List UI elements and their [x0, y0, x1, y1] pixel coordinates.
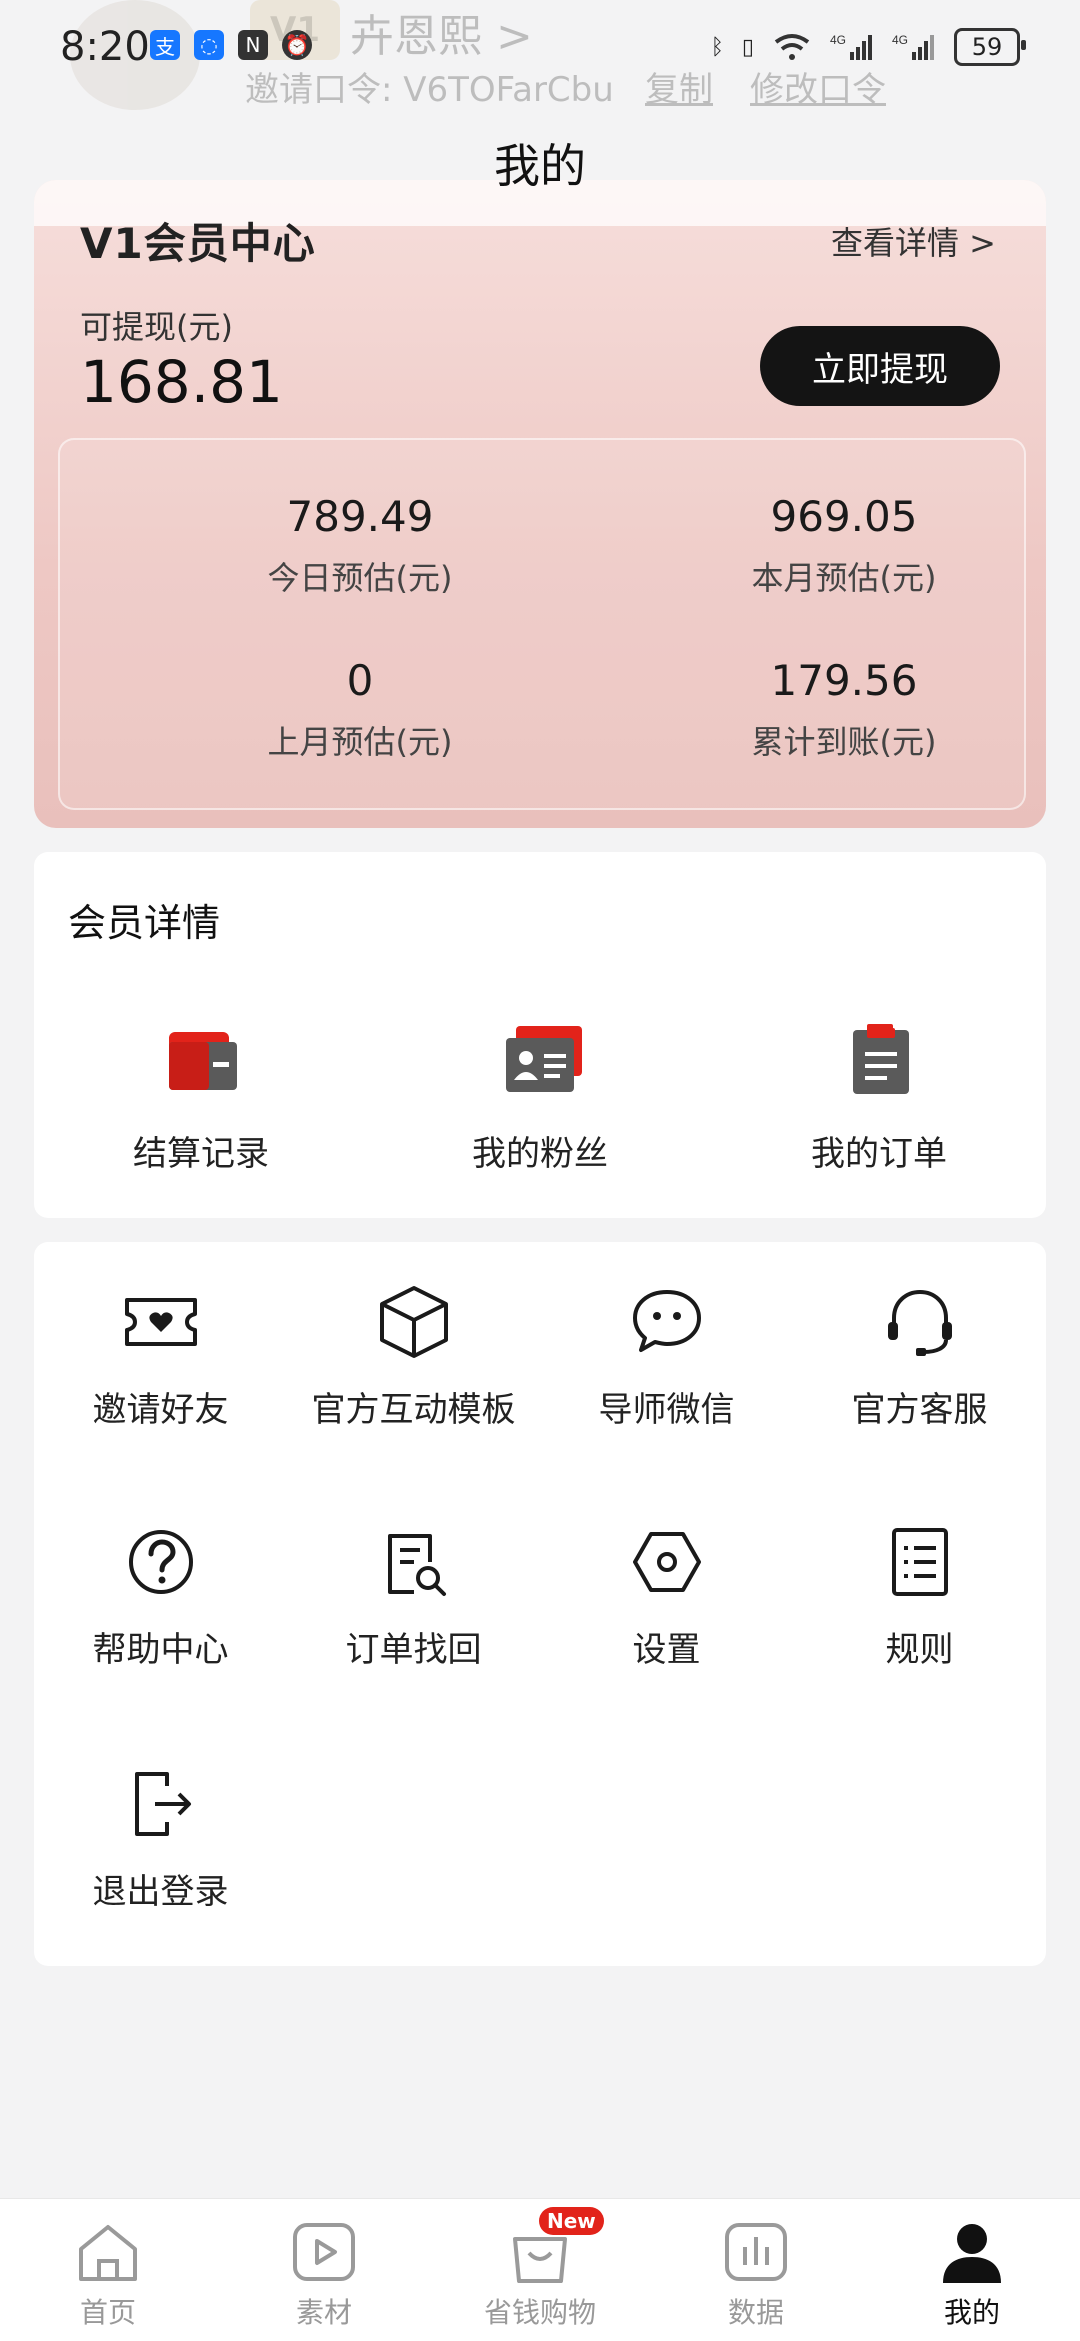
order-retrieval-item[interactable]: 订单找回: [287, 1522, 540, 1671]
rules-label: 规则: [885, 1630, 954, 1670]
stat-last-month: 0 上月预估(元): [180, 656, 540, 763]
customer-service-label: 官方客服: [851, 1390, 988, 1430]
alarm-icon: ⏰: [282, 30, 312, 60]
clipboard-icon: [843, 1024, 915, 1096]
status-bar: 8:20 支 ◌ N ⏰ ᛒ ▯ 4G 4G 59: [0, 0, 1080, 100]
4g-signal-icon: 4G: [830, 33, 872, 60]
stat-label: 今日预估(元): [267, 559, 453, 597]
earnings-stats-panel: 789.49 今日预估(元) 969.05 本月预估(元) 0 上月预估(元) …: [58, 438, 1026, 810]
nav-data-label: 数据: [727, 2296, 784, 2329]
nav-home-label: 首页: [79, 2296, 136, 2329]
withdrawable-label: 可提现(元): [80, 308, 233, 346]
invite-friends-label: 邀请好友: [92, 1390, 229, 1430]
hexagon-settings-icon: [632, 1532, 701, 1592]
order-retrieval-label: 订单找回: [345, 1630, 482, 1670]
rules-item[interactable]: 规则: [793, 1522, 1046, 1671]
nav-shopping-label: 省钱购物: [483, 2296, 596, 2329]
nav-mine[interactable]: 我的: [864, 2217, 1080, 2331]
status-notification-icons: 支 ◌ N ⏰: [150, 30, 312, 60]
help-center-label: 帮助中心: [92, 1630, 229, 1670]
4g-signal-icon: 4G: [892, 33, 934, 60]
nav-home[interactable]: 首页: [0, 2217, 216, 2331]
settlement-records-label: 结算记录: [133, 1134, 269, 1174]
cube-icon: [379, 1286, 448, 1358]
stat-label: 本月预估(元): [751, 559, 937, 597]
settlement-records-item[interactable]: 结算记录: [36, 1024, 366, 1175]
bluetooth-icon: ᛒ: [710, 34, 724, 60]
logout-icon: [134, 1772, 191, 1836]
battery-indicator: 59: [954, 28, 1026, 66]
settings-item[interactable]: 设置: [540, 1522, 793, 1671]
bulb-icon: ◌: [194, 30, 224, 60]
nav-data[interactable]: 数据: [648, 2217, 864, 2331]
stat-total-received: 179.56 累计到账(元): [664, 656, 1024, 763]
nav-materials[interactable]: 素材: [216, 2217, 432, 2331]
user-icon: [943, 2224, 1001, 2283]
doc-search-icon: [387, 1534, 446, 1596]
stat-today: 789.49 今日预估(元): [180, 492, 540, 599]
stat-label: 累计到账(元): [751, 723, 937, 761]
mentor-wechat-item[interactable]: 导师微信: [540, 1282, 793, 1431]
view-details-link[interactable]: 查看详情 >: [831, 218, 996, 264]
stat-this-month: 969.05 本月预估(元): [664, 492, 1024, 599]
vibrate-icon: ▯: [741, 34, 754, 60]
settings-label: 设置: [632, 1630, 701, 1670]
member-center-card: V1会员中心 查看详情 > 可提现(元) 168.81 立即提现 789.49 …: [34, 180, 1046, 828]
tools-grid-card: 邀请好友 官方互动模板 导师微信 官方客服 帮助中心 订单找回 设置 规则 退出…: [34, 1242, 1046, 1966]
customer-service-item[interactable]: 官方客服: [793, 1282, 1046, 1431]
my-orders-item[interactable]: 我的订单: [714, 1024, 1044, 1175]
alipay-icon: 支: [150, 30, 180, 60]
home-icon: [79, 2225, 137, 2281]
my-fans-item[interactable]: 我的粉丝: [375, 1024, 705, 1175]
status-system-icons: ᛒ ▯ 4G 4G 59: [710, 28, 1026, 66]
mentor-wechat-label: 导师微信: [598, 1390, 735, 1430]
headset-icon: [887, 1289, 952, 1356]
official-templates-label: 官方互动模板: [311, 1390, 516, 1430]
ticket-heart-icon: [124, 1298, 197, 1346]
stat-value: 179.56: [770, 656, 918, 705]
battery-level: 59: [971, 33, 1003, 61]
svg-text:4G: 4G: [830, 33, 846, 47]
member-center-title: V1会员中心: [80, 219, 316, 268]
invite-friends-item[interactable]: 邀请好友: [34, 1282, 287, 1431]
bottom-nav: 首页 素材 New 省钱购物 数据 我的: [0, 2198, 1080, 2341]
wifi-icon: [774, 34, 810, 60]
status-time: 8:20: [60, 24, 150, 70]
page-title: 我的: [494, 139, 586, 193]
nfc-icon: N: [238, 30, 268, 60]
withdraw-now-button[interactable]: 立即提现: [760, 326, 1000, 406]
member-details-card: 会员详情 结算记录 我的粉丝 我的订单: [34, 852, 1046, 1218]
stat-label: 上月预估(元): [267, 723, 453, 761]
chat-bubble-icon: [632, 1290, 701, 1352]
logout-item[interactable]: 退出登录: [34, 1764, 287, 1913]
svg-text:4G: 4G: [892, 33, 908, 47]
stat-value: 969.05: [770, 492, 918, 541]
id-card-icon: [504, 1024, 582, 1096]
logout-label: 退出登录: [92, 1872, 229, 1912]
new-badge: New: [539, 2207, 604, 2235]
play-icon: [293, 2223, 355, 2281]
official-templates-item[interactable]: 官方互动模板: [287, 1282, 540, 1431]
list-doc-icon: [891, 1528, 948, 1596]
wallet-icon: [165, 1024, 237, 1096]
my-orders-label: 我的订单: [811, 1134, 947, 1174]
member-details-title: 会员详情: [68, 901, 221, 945]
stat-value: 789.49: [286, 492, 434, 541]
nav-mine-label: 我的: [943, 2296, 1000, 2329]
chart-icon: [725, 2223, 787, 2281]
my-fans-label: 我的粉丝: [472, 1134, 608, 1174]
help-center-item[interactable]: 帮助中心: [34, 1522, 287, 1671]
withdrawable-amount: 168.81: [80, 348, 283, 416]
nav-materials-label: 素材: [295, 2296, 352, 2329]
nav-shopping[interactable]: New 省钱购物: [432, 2207, 648, 2331]
help-circle-icon: [128, 1530, 193, 1594]
stat-value: 0: [346, 656, 374, 705]
